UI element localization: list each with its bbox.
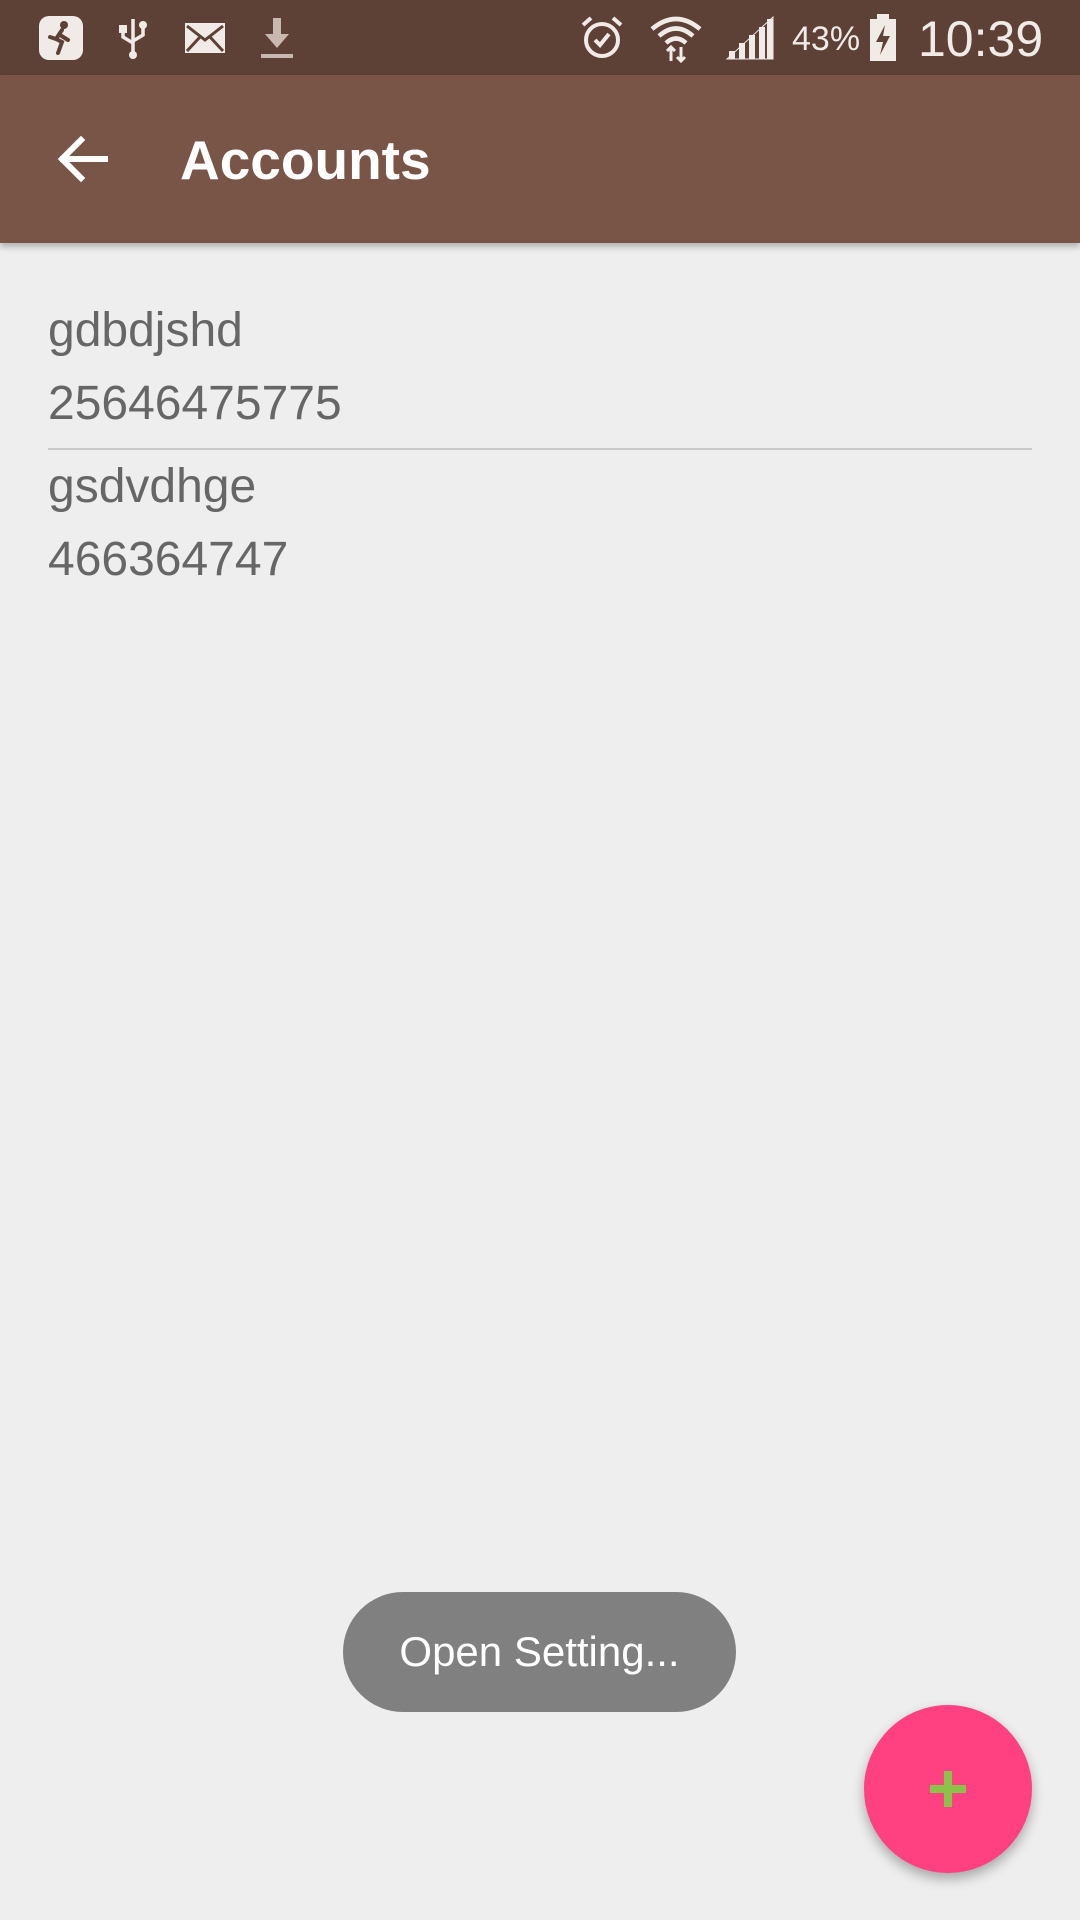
screen: 43% 10:39 Accounts gdbdjshd 25646475775 … [0, 0, 1080, 1920]
page-title: Accounts [180, 129, 431, 191]
fitness-app-icon [36, 12, 86, 64]
account-name: gsdvdhge [48, 460, 257, 513]
usb-icon [110, 12, 156, 64]
email-icon [180, 12, 230, 64]
app-bar: Accounts [0, 75, 1080, 243]
plus-icon [930, 1771, 966, 1807]
list-item[interactable]: gsdvdhge 466364747 [48, 450, 1032, 596]
account-number: 25646475775 [48, 377, 342, 430]
arrow-back-icon [57, 135, 108, 183]
list-item[interactable]: gdbdjshd 25646475775 [48, 243, 1032, 440]
back-button[interactable] [40, 119, 126, 199]
status-bar: 43% 10:39 [0, 0, 1080, 75]
account-number: 466364747 [48, 533, 289, 586]
signal-icon [724, 12, 776, 64]
download-icon [254, 12, 300, 64]
add-account-button[interactable] [864, 1705, 1032, 1873]
alarm-icon [578, 12, 626, 64]
battery-percent: 43% [792, 20, 861, 58]
account-name: gdbdjshd [48, 304, 243, 357]
clock: 10:39 [918, 11, 1044, 67]
toast-message: Open Setting... [343, 1592, 736, 1712]
accounts-list: gdbdjshd 25646475775 gsdvdhge 466364747 [0, 243, 1080, 596]
wifi-icon [648, 12, 704, 64]
battery-charging-icon [866, 12, 900, 64]
